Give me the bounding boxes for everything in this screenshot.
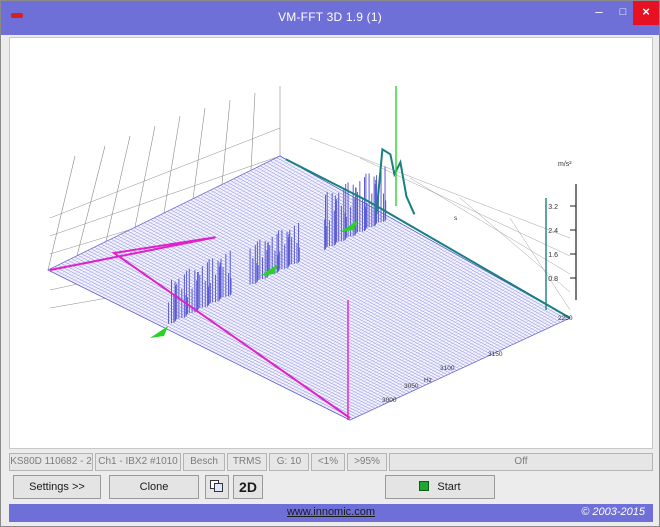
wall-vertical-line [163,115,181,214]
wall-vertical-line [134,125,156,228]
close-button[interactable]: × [633,1,659,25]
z-axis-tick-label: 2.4 [548,228,558,235]
status-gain: G: 10 [269,453,309,471]
waterfall-plot[interactable]: 3.2 2.4 1.6 0.8 m/s² 2250 3150 3100 3050 3000 Hz s [9,37,653,449]
status-quantity: Besch [183,453,225,471]
status-over-range: >95% [347,453,387,471]
settings-button[interactable]: Settings >> [13,475,101,499]
2d-view-button[interactable]: 2D [233,475,263,499]
freq-axis-tick-label: 3000 [382,397,397,404]
status-mode: TRMS [227,453,267,471]
freq-axis-tick-label: 3150 [488,351,503,358]
wall-vertical-line [192,107,206,199]
z-axis-tick-label: 3.2 [548,204,558,211]
maximize-button[interactable]: □ [613,1,633,25]
z-axis-tick-label: 1.6 [548,252,558,259]
freq-axis-tick-label: 2250 [558,315,573,322]
title-bar[interactable]: VM-FFT 3D 1.9 (1) – □ × [1,1,659,35]
spectrum-mesh [47,155,571,421]
window-title: VM-FFT 3D 1.9 (1) [278,10,382,24]
status-under-range: <1% [311,453,345,471]
freq-axis-tick-label: 3050 [404,383,419,390]
time-axis-unit-label: s [454,215,458,222]
freq-axis-unit-label: Hz [424,377,432,384]
wall-vertical-line [250,92,256,171]
website-link[interactable]: www.innomic.com [9,506,653,518]
waterfall-3d-chart: 3.2 2.4 1.6 0.8 m/s² 2250 3150 3100 3050 3000 Hz s [47,86,577,421]
minimize-button[interactable]: – [587,1,611,25]
copy-icon [210,480,224,492]
copyright-text: © 2003-2015 [581,506,645,518]
status-channel: Ch1 - IBX2 #1010 [95,453,181,471]
status-sensor: KS80D 110682 - 2 [9,453,93,471]
z-axis-tick-label: 0.8 [548,276,558,283]
wall-vertical-line [221,99,231,185]
toolbar: Settings >> Clone 2D Start [9,475,653,501]
copy-button[interactable] [205,475,229,499]
footer-bar: www.innomic.com © 2003-2015 [9,504,653,522]
wall-vertical-line [76,145,106,256]
app-window: VM-FFT 3D 1.9 (1) – □ × 3.2 2.4 1.6 0.8 m/s²… [0,0,660,527]
clone-button[interactable]: Clone [109,475,199,499]
z-axis-unit-label: m/s² [558,161,572,168]
start-indicator-icon [419,481,430,491]
start-button-label: Start [437,481,461,493]
status-bar: KS80D 110682 - 2 Ch1 - IBX2 #1010 Besch … [9,453,653,471]
wall-vertical-line [105,135,131,242]
status-trigger: Off [389,453,653,471]
start-button[interactable]: Start [385,475,495,499]
wall-vertical-line [47,155,76,271]
freq-axis-tick-label: 3100 [440,365,455,372]
